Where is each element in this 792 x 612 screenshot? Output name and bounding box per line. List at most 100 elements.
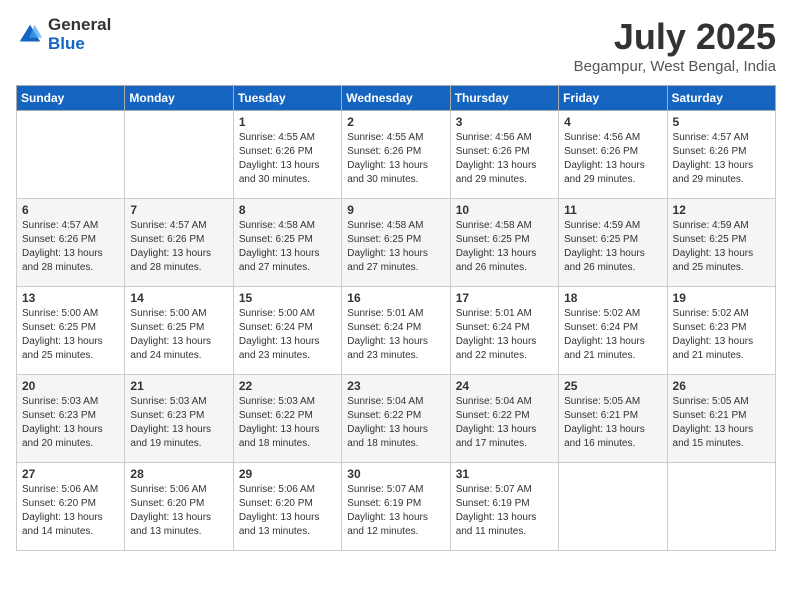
day-number: 27: [22, 467, 119, 481]
day-info: Sunrise: 5:04 AM Sunset: 6:22 PM Dayligh…: [456, 395, 553, 451]
day-info: Sunrise: 4:56 AM Sunset: 6:26 PM Dayligh…: [564, 131, 661, 187]
calendar-cell: 27 Sunrise: 5:06 AM Sunset: 6:20 PM Dayli…: [17, 463, 125, 551]
calendar-cell: 16 Sunrise: 5:01 AM Sunset: 6:24 PM Dayli…: [342, 287, 450, 375]
header-row: SundayMondayTuesdayWednesdayThursdayFrid…: [17, 86, 776, 111]
calendar-cell: 12 Sunrise: 4:59 AM Sunset: 6:25 PM Dayli…: [667, 199, 775, 287]
header-tuesday: Tuesday: [233, 86, 341, 111]
header-friday: Friday: [559, 86, 667, 111]
day-info: Sunrise: 5:04 AM Sunset: 6:22 PM Dayligh…: [347, 395, 444, 451]
day-number: 20: [22, 379, 119, 393]
day-info: Sunrise: 5:01 AM Sunset: 6:24 PM Dayligh…: [456, 307, 553, 363]
day-number: 17: [456, 291, 553, 305]
calendar-cell: 2 Sunrise: 4:55 AM Sunset: 6:26 PM Daylig…: [342, 111, 450, 199]
day-info: Sunrise: 5:00 AM Sunset: 6:25 PM Dayligh…: [130, 307, 227, 363]
day-number: 10: [456, 203, 553, 217]
logo-text: General Blue: [48, 16, 111, 53]
day-number: 28: [130, 467, 227, 481]
day-info: Sunrise: 5:01 AM Sunset: 6:24 PM Dayligh…: [347, 307, 444, 363]
day-number: 13: [22, 291, 119, 305]
calendar-cell: 3 Sunrise: 4:56 AM Sunset: 6:26 PM Daylig…: [450, 111, 558, 199]
day-info: Sunrise: 5:02 AM Sunset: 6:24 PM Dayligh…: [564, 307, 661, 363]
calendar-cell: 11 Sunrise: 4:59 AM Sunset: 6:25 PM Dayli…: [559, 199, 667, 287]
day-info: Sunrise: 5:00 AM Sunset: 6:24 PM Dayligh…: [239, 307, 336, 363]
calendar-cell: [559, 463, 667, 551]
header-sunday: Sunday: [17, 86, 125, 111]
day-info: Sunrise: 5:06 AM Sunset: 6:20 PM Dayligh…: [130, 483, 227, 539]
day-info: Sunrise: 4:59 AM Sunset: 6:25 PM Dayligh…: [564, 219, 661, 275]
week-row-4: 20 Sunrise: 5:03 AM Sunset: 6:23 PM Dayli…: [17, 375, 776, 463]
day-number: 31: [456, 467, 553, 481]
calendar-cell: 31 Sunrise: 5:07 AM Sunset: 6:19 PM Dayli…: [450, 463, 558, 551]
week-row-3: 13 Sunrise: 5:00 AM Sunset: 6:25 PM Dayli…: [17, 287, 776, 375]
day-number: 3: [456, 115, 553, 129]
day-number: 18: [564, 291, 661, 305]
day-info: Sunrise: 5:03 AM Sunset: 6:23 PM Dayligh…: [22, 395, 119, 451]
day-info: Sunrise: 4:58 AM Sunset: 6:25 PM Dayligh…: [347, 219, 444, 275]
day-info: Sunrise: 4:58 AM Sunset: 6:25 PM Dayligh…: [456, 219, 553, 275]
calendar-cell: [125, 111, 233, 199]
calendar-cell: 19 Sunrise: 5:02 AM Sunset: 6:23 PM Dayli…: [667, 287, 775, 375]
day-number: 7: [130, 203, 227, 217]
day-info: Sunrise: 5:02 AM Sunset: 6:23 PM Dayligh…: [673, 307, 770, 363]
calendar-cell: 1 Sunrise: 4:55 AM Sunset: 6:26 PM Daylig…: [233, 111, 341, 199]
day-number: 30: [347, 467, 444, 481]
day-info: Sunrise: 4:55 AM Sunset: 6:26 PM Dayligh…: [239, 131, 336, 187]
day-info: Sunrise: 4:56 AM Sunset: 6:26 PM Dayligh…: [456, 131, 553, 187]
calendar-cell: 9Sunrise: 4:58 AM Sunset: 6:25 PM Daylig…: [342, 199, 450, 287]
day-number: 24: [456, 379, 553, 393]
header-wednesday: Wednesday: [342, 86, 450, 111]
day-number: 19: [673, 291, 770, 305]
day-number: 8: [239, 203, 336, 217]
day-info: Sunrise: 4:59 AM Sunset: 6:25 PM Dayligh…: [673, 219, 770, 275]
logo: General Blue: [16, 16, 111, 53]
calendar-cell: 20 Sunrise: 5:03 AM Sunset: 6:23 PM Dayli…: [17, 375, 125, 463]
logo-general-text: General: [48, 16, 111, 35]
calendar-cell: [17, 111, 125, 199]
day-info: Sunrise: 5:03 AM Sunset: 6:22 PM Dayligh…: [239, 395, 336, 451]
day-number: 14: [130, 291, 227, 305]
calendar-cell: 25Sunrise: 5:05 AM Sunset: 6:21 PM Dayli…: [559, 375, 667, 463]
day-number: 29: [239, 467, 336, 481]
calendar-cell: 7Sunrise: 4:57 AM Sunset: 6:26 PM Daylig…: [125, 199, 233, 287]
day-number: 12: [673, 203, 770, 217]
calendar-cell: 24 Sunrise: 5:04 AM Sunset: 6:22 PM Dayli…: [450, 375, 558, 463]
day-info: Sunrise: 5:06 AM Sunset: 6:20 PM Dayligh…: [22, 483, 119, 539]
calendar-cell: 22 Sunrise: 5:03 AM Sunset: 6:22 PM Dayli…: [233, 375, 341, 463]
day-number: 2: [347, 115, 444, 129]
day-info: Sunrise: 5:03 AM Sunset: 6:23 PM Dayligh…: [130, 395, 227, 451]
day-info: Sunrise: 4:58 AM Sunset: 6:25 PM Dayligh…: [239, 219, 336, 275]
logo-icon: [16, 21, 44, 49]
day-number: 21: [130, 379, 227, 393]
title-block: July 2025 Begampur, West Bengal, India: [574, 16, 776, 75]
day-info: Sunrise: 5:00 AM Sunset: 6:25 PM Dayligh…: [22, 307, 119, 363]
header-saturday: Saturday: [667, 86, 775, 111]
day-number: 4: [564, 115, 661, 129]
header-thursday: Thursday: [450, 86, 558, 111]
calendar-cell: 10 Sunrise: 4:58 AM Sunset: 6:25 PM Dayli…: [450, 199, 558, 287]
day-number: 22: [239, 379, 336, 393]
day-info: Sunrise: 5:07 AM Sunset: 6:19 PM Dayligh…: [456, 483, 553, 539]
calendar-cell: 30 Sunrise: 5:07 AM Sunset: 6:19 PM Dayli…: [342, 463, 450, 551]
calendar-cell: [667, 463, 775, 551]
day-info: Sunrise: 4:55 AM Sunset: 6:26 PM Dayligh…: [347, 131, 444, 187]
day-info: Sunrise: 5:05 AM Sunset: 6:21 PM Dayligh…: [673, 395, 770, 451]
day-info: Sunrise: 4:57 AM Sunset: 6:26 PM Dayligh…: [673, 131, 770, 187]
week-row-2: 6 Sunrise: 4:57 AM Sunset: 6:26 PM Daylig…: [17, 199, 776, 287]
calendar-cell: 5Sunrise: 4:57 AM Sunset: 6:26 PM Daylig…: [667, 111, 775, 199]
calendar-cell: 8 Sunrise: 4:58 AM Sunset: 6:25 PM Daylig…: [233, 199, 341, 287]
header-monday: Monday: [125, 86, 233, 111]
month-title: July 2025: [574, 16, 776, 58]
day-number: 15: [239, 291, 336, 305]
page-header: General Blue July 2025 Begampur, West Be…: [16, 16, 776, 75]
day-number: 6: [22, 203, 119, 217]
day-info: Sunrise: 5:07 AM Sunset: 6:19 PM Dayligh…: [347, 483, 444, 539]
day-number: 23: [347, 379, 444, 393]
calendar-table: SundayMondayTuesdayWednesdayThursdayFrid…: [16, 85, 776, 551]
day-number: 1: [239, 115, 336, 129]
day-number: 11: [564, 203, 661, 217]
day-info: Sunrise: 4:57 AM Sunset: 6:26 PM Dayligh…: [22, 219, 119, 275]
day-number: 16: [347, 291, 444, 305]
calendar-cell: 14 Sunrise: 5:00 AM Sunset: 6:25 PM Dayli…: [125, 287, 233, 375]
calendar-cell: 15 Sunrise: 5:00 AM Sunset: 6:24 PM Dayli…: [233, 287, 341, 375]
logo-blue-text: Blue: [48, 35, 111, 54]
